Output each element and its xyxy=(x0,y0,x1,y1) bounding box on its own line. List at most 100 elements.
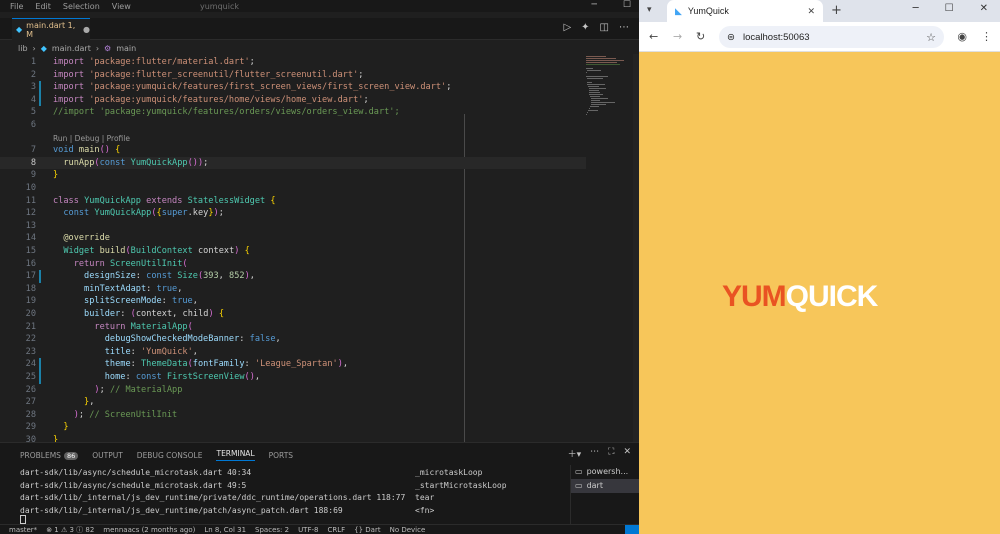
tab-terminal[interactable]: TERMINAL xyxy=(216,449,255,461)
terminal-line: dart-sdk/lib/async/schedule_microtask.da… xyxy=(20,480,560,493)
maximize-panel-icon[interactable]: ⛶ xyxy=(608,447,614,460)
close-icon[interactable]: ● xyxy=(83,25,90,34)
tab-main-dart[interactable]: ◆ main.dart 1, M ● xyxy=(12,18,90,40)
tab-ports[interactable]: PORTS xyxy=(269,451,293,460)
code-line[interactable]: 2 import 'package:flutter_screenutil/flut… xyxy=(0,69,586,82)
back-icon[interactable]: ← xyxy=(649,30,658,43)
device-status[interactable]: No Device xyxy=(390,526,426,534)
terminal-output[interactable]: dart-sdk/lib/async/schedule_microtask.da… xyxy=(20,467,560,517)
minimap-line xyxy=(588,86,599,87)
chrome-toolbar: ← → ↻ ⊜ localhost:50063 ☆ ◉ ⋮ xyxy=(639,22,1000,52)
encoding-status[interactable]: UTF-8 xyxy=(298,526,318,534)
new-terminal-icon[interactable]: ＋▾ xyxy=(568,447,582,460)
code-line[interactable]: 12 const YumQuickApp({super.key}); xyxy=(0,207,586,220)
close-icon[interactable]: ✕ xyxy=(623,447,631,460)
language-status[interactable]: {} Dart xyxy=(354,526,380,534)
address-bar[interactable]: ⊜ localhost:50063 ☆ xyxy=(719,26,944,48)
menu-selection[interactable]: Selection xyxy=(63,2,100,11)
menu-view[interactable]: View xyxy=(112,2,131,11)
maximize-icon[interactable]: ☐ xyxy=(623,0,631,10)
kebab-menu-icon[interactable]: ⋮ xyxy=(981,30,992,43)
close-icon[interactable]: ✕ xyxy=(980,3,988,14)
minimize-icon[interactable]: ─ xyxy=(592,0,597,10)
chrome-window-controls: ─ ☐ ✕ xyxy=(913,3,988,14)
codelens-run-debug-profile[interactable]: Run | Debug | Profile xyxy=(53,134,130,143)
breadcrumb-folder[interactable]: lib xyxy=(18,44,28,53)
code-line[interactable]: 24 theme: ThemeData(fontFamily: 'League_… xyxy=(0,358,586,371)
minimap-line xyxy=(591,100,600,101)
problems-count-badge: 86 xyxy=(63,451,79,460)
site-info-icon[interactable]: ⊜ xyxy=(727,32,735,43)
minimap-line xyxy=(586,60,624,61)
yumquick-logo: YUMQUICK xyxy=(722,282,878,312)
git-change-marker xyxy=(39,81,41,94)
git-blame-status[interactable]: mennaacs (2 months ago) xyxy=(103,526,195,534)
command-center[interactable]: yumquick xyxy=(200,2,239,11)
code-line[interactable]: 6 xyxy=(0,119,586,132)
maximize-icon[interactable]: ☐ xyxy=(945,3,954,14)
code-line[interactable]: 5 //import 'package:yumquick/features/ord… xyxy=(0,106,586,119)
code-line[interactable]: 25 home: const FirstScreenView(), xyxy=(0,371,586,384)
code-line[interactable]: 3 import 'package:yumquick/features/first… xyxy=(0,81,586,94)
menu-edit[interactable]: Edit xyxy=(35,2,51,11)
indentation-status[interactable]: Spaces: 2 xyxy=(255,526,289,534)
breadcrumb-symbol[interactable]: main xyxy=(116,44,136,53)
tab-output[interactable]: OUTPUT xyxy=(92,451,123,460)
tab-problems[interactable]: PROBLEMS 86 xyxy=(20,451,79,460)
code-line[interactable]: 19 splitScreenMode: true, xyxy=(0,295,586,308)
run-icon[interactable]: ▷ xyxy=(563,22,571,33)
code-line[interactable]: 15 Widget build(BuildContext context) { xyxy=(0,245,586,258)
code-line[interactable]: 26 ); // MaterialApp xyxy=(0,384,586,397)
more-icon[interactable]: ⋯ xyxy=(590,447,599,460)
code-line[interactable]: 22 debugShowCheckedModeBanner: false, xyxy=(0,333,586,346)
copilot-icon[interactable]: ✦ xyxy=(581,22,589,33)
minimap-line xyxy=(591,102,615,103)
menu-file[interactable]: File xyxy=(10,2,23,11)
code-line[interactable]: 16 return ScreenUtilInit( xyxy=(0,258,586,271)
problems-status[interactable]: ⊗ 1 ⚠ 3 ⓘ 82 xyxy=(46,525,94,534)
eol-status[interactable]: CRLF xyxy=(327,526,345,534)
more-icon[interactable]: ⋯ xyxy=(619,22,629,33)
code-editor[interactable]: Run | Debug | Profile 1 import 'package:f… xyxy=(0,54,586,442)
code-line[interactable]: 7 void main() { xyxy=(0,144,586,157)
code-line[interactable]: 1 import 'package:flutter/material.dart'; xyxy=(0,56,586,69)
code-line[interactable]: 14 @override xyxy=(0,232,586,245)
terminal-item-powershell[interactable]: ▭ powersh... xyxy=(571,465,639,479)
terminal-line-fn: _startMicrotaskLoop xyxy=(415,480,507,490)
breadcrumb-file[interactable]: main.dart xyxy=(52,44,91,53)
minimize-icon[interactable]: ─ xyxy=(913,3,919,14)
tab-search-icon[interactable]: ▾ xyxy=(647,5,652,15)
code-line[interactable]: 30} xyxy=(0,434,586,442)
notification-icon[interactable] xyxy=(625,525,639,534)
code-line[interactable]: 8 runApp(const YumQuickApp()); xyxy=(0,156,586,170)
forward-icon[interactable]: → xyxy=(673,30,682,43)
bookmark-star-icon[interactable]: ☆ xyxy=(926,31,936,44)
tab-debug-console[interactable]: DEBUG CONSOLE xyxy=(137,451,203,460)
code-line[interactable]: 4 import 'package:yumquick/features/home/… xyxy=(0,93,586,107)
close-icon[interactable]: ✕ xyxy=(807,6,815,17)
new-tab-icon[interactable]: + xyxy=(831,3,842,18)
line-number: 1 xyxy=(30,57,36,67)
branch-status[interactable]: master* xyxy=(9,526,37,534)
browser-tab[interactable]: ◣ YumQuick ✕ xyxy=(667,0,823,22)
code-line[interactable]: 9} xyxy=(0,169,586,182)
code-line[interactable]: 11 class YumQuickApp extends StatelessWid… xyxy=(0,195,586,208)
code-line[interactable]: 23 title: 'YumQuick', xyxy=(0,346,586,359)
profile-icon[interactable]: ◉ xyxy=(957,30,967,43)
cursor-position-status[interactable]: Ln 8, Col 31 xyxy=(204,526,246,534)
code-line[interactable]: 20 builder: (context, child) { xyxy=(0,308,586,321)
terminal-item-dart[interactable]: ▭ dart xyxy=(571,479,639,493)
code-line[interactable]: 21 return MaterialApp( xyxy=(0,321,586,334)
code-line[interactable]: 18 minTextAdapt: true, xyxy=(0,283,586,296)
minimap[interactable] xyxy=(586,54,636,440)
code-line[interactable]: 10 xyxy=(0,182,586,195)
code-line[interactable]: 17 designSize: const Size(393, 852), xyxy=(0,270,586,283)
split-editor-icon[interactable]: ◫ xyxy=(600,22,609,33)
code-line[interactable]: 29 } xyxy=(0,421,586,434)
code-line[interactable]: 28 ); // ScreenUtilInit xyxy=(0,409,586,422)
reload-icon[interactable]: ↻ xyxy=(696,30,705,43)
line-number: 8 xyxy=(30,157,36,168)
code-line[interactable]: 27 }, xyxy=(0,396,586,409)
terminal-line-path: dart-sdk/lib/async/schedule_microtask.da… xyxy=(20,480,247,490)
code-line[interactable]: 13 xyxy=(0,220,586,233)
